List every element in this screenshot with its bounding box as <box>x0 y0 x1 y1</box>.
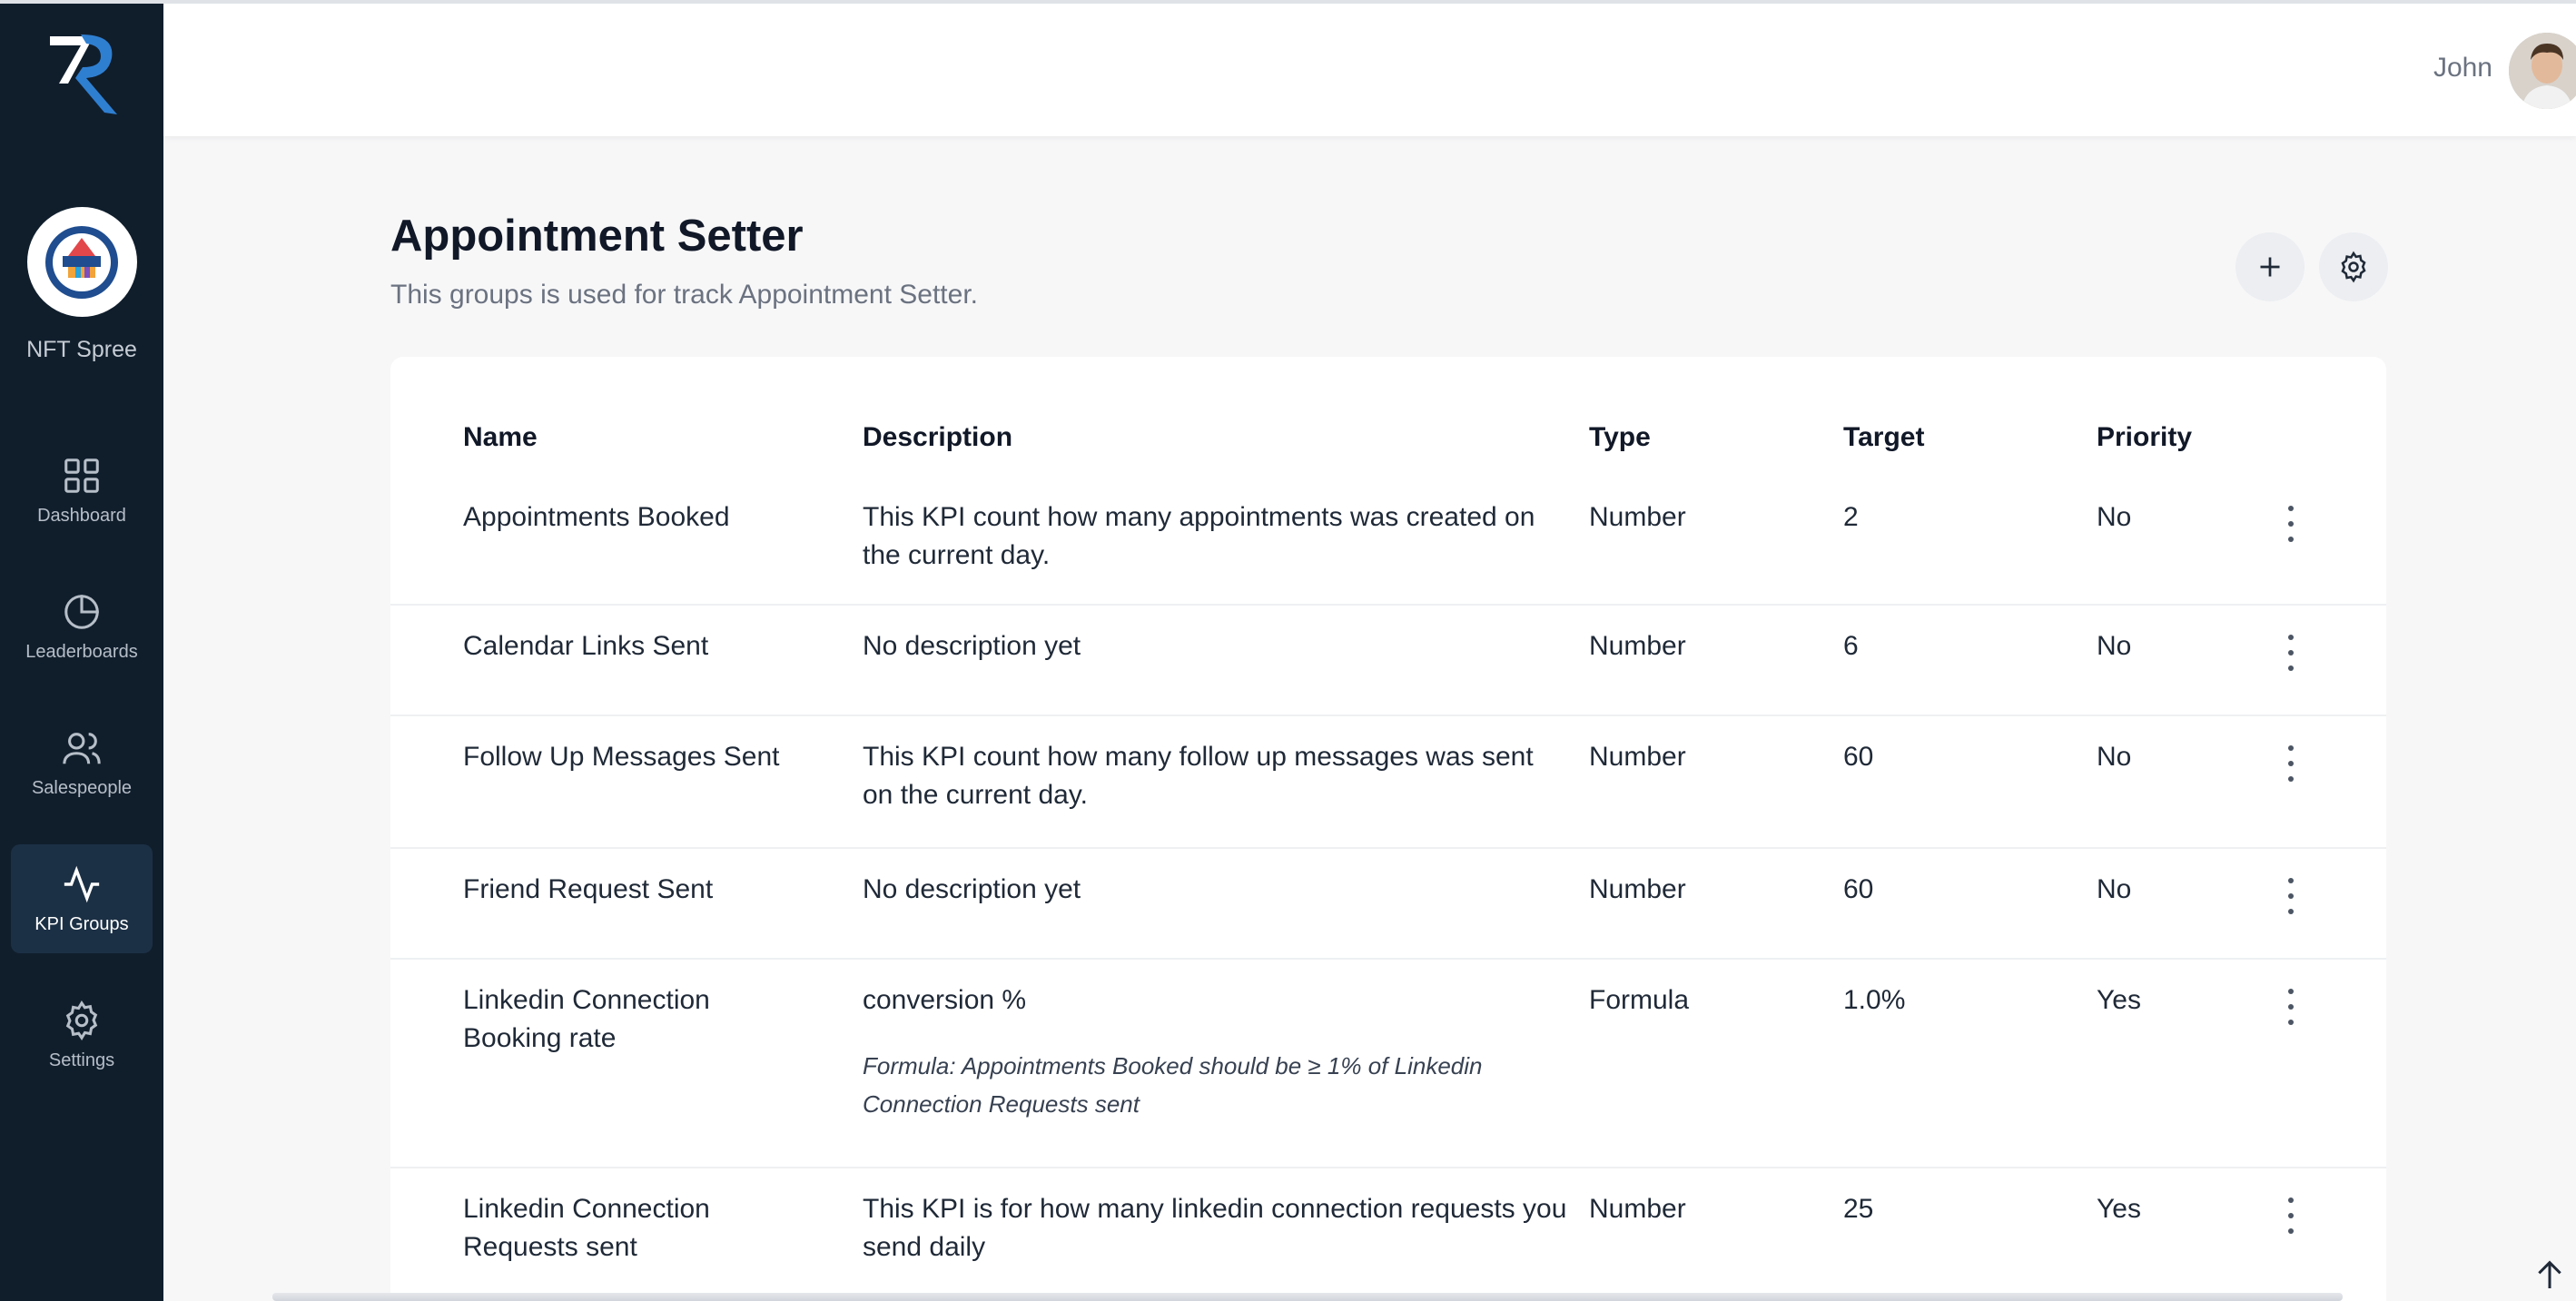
table-row[interactable]: Calendar Links Sent No description yet N… <box>390 606 2386 716</box>
table-header: Name Description Type Target Priority <box>390 422 2386 477</box>
table-row[interactable]: Appointments Booked This KPI count how m… <box>390 477 2386 606</box>
bottom-panel-edge <box>272 1293 2343 1301</box>
plus-icon <box>2260 257 2280 277</box>
kpi-type: Number <box>1589 874 1686 904</box>
kpi-name: Calendar Links Sent <box>463 631 709 661</box>
kpi-type: Number <box>1589 742 1686 772</box>
kpi-target: 60 <box>1843 874 1874 904</box>
kpi-formula: Formula: Appointments Booked should be ≥… <box>863 1052 1483 1118</box>
row-menu-button[interactable] <box>2277 989 2305 1025</box>
kpi-description-block: conversion % Formula: Appointments Booke… <box>863 981 1571 1123</box>
users-icon <box>63 732 101 764</box>
header-name[interactable]: Name <box>463 422 844 453</box>
row-menu-button[interactable] <box>2277 1198 2305 1234</box>
nav-item-leaderboards[interactable]: Leaderboards <box>11 572 153 681</box>
sidebar: NFT Spree Dashboard Leaderboards Salespe… <box>0 0 163 1301</box>
nav-label: KPI Groups <box>35 913 129 934</box>
kpi-target: 6 <box>1843 631 1859 661</box>
org-avatar[interactable] <box>26 207 137 317</box>
nav-item-kpi-groups[interactable]: KPI Groups <box>11 844 153 953</box>
nft-spree-logo-icon <box>45 225 118 299</box>
kpi-name: Friend Request Sent <box>463 874 714 904</box>
nav-item-dashboard[interactable]: Dashboard <box>11 436 153 545</box>
table-row[interactable]: Linkedin Connection Booking rate convers… <box>390 960 2386 1168</box>
row-menu-button[interactable] <box>2277 506 2305 542</box>
user-photo-icon <box>2509 33 2576 109</box>
nav-label: Dashboard <box>37 505 126 526</box>
table-row[interactable]: Linkedin Connection Requests sent This K… <box>390 1168 2386 1301</box>
kpi-type: Formula <box>1589 985 1690 1015</box>
user-name[interactable]: John <box>2433 53 2492 84</box>
kpi-type: Number <box>1589 631 1686 661</box>
header-description[interactable]: Description <box>863 422 1571 453</box>
kpi-description: No description yet <box>863 631 1081 661</box>
gear-icon <box>65 1000 98 1040</box>
pie-chart-icon <box>64 594 99 629</box>
kpi-name: Linkedin Connection Requests sent <box>463 1194 710 1262</box>
kpi-name: Linkedin Connection Booking rate <box>463 985 710 1053</box>
row-menu-button[interactable] <box>2277 878 2305 914</box>
nav-item-salespeople[interactable]: Salespeople <box>11 708 153 817</box>
org-name: NFT Spree <box>26 337 137 362</box>
kpi-priority: Yes <box>2097 985 2141 1015</box>
kpi-description: This KPI count how many appointments was… <box>863 502 1535 570</box>
row-menu-button[interactable] <box>2277 745 2305 782</box>
activity-icon <box>64 865 100 902</box>
kpi-target: 25 <box>1843 1194 1874 1224</box>
top-border <box>0 0 2576 4</box>
user-avatar[interactable] <box>2509 33 2576 109</box>
kpi-target: 2 <box>1843 502 1859 532</box>
kpi-name: Follow Up Messages Sent <box>463 742 780 772</box>
header-target[interactable]: Target <box>1843 422 2079 453</box>
kpi-description: This KPI count how many follow up messag… <box>863 742 1534 810</box>
kpi-target: 1.0% <box>1843 985 1906 1015</box>
kpi-type: Number <box>1589 502 1686 532</box>
app-logo-icon[interactable] <box>41 27 123 118</box>
kpi-priority: No <box>2097 631 2132 661</box>
nav-label: Settings <box>48 1050 115 1070</box>
add-kpi-button[interactable] <box>2235 232 2305 301</box>
row-menu-button[interactable] <box>2277 635 2305 671</box>
group-settings-button[interactable] <box>2319 232 2388 301</box>
kpi-priority: No <box>2097 874 2132 904</box>
kpi-description: conversion % <box>863 985 1027 1015</box>
grid-icon <box>64 458 99 493</box>
table-row[interactable]: Friend Request Sent No description yet N… <box>390 849 2386 960</box>
kpi-description: No description yet <box>863 874 1081 904</box>
sidebar-nav: Dashboard Leaderboards Salespeople KPI G… <box>0 436 163 1117</box>
kpi-target: 60 <box>1843 742 1874 772</box>
kpi-priority: Yes <box>2097 1194 2141 1224</box>
gear-icon <box>2341 251 2366 283</box>
kpi-table-card: Name Description Type Target Priority Ap… <box>390 357 2386 1301</box>
page-title: Appointment Setter <box>390 212 804 261</box>
top-header: John <box>163 4 2576 136</box>
kpi-priority: No <box>2097 742 2132 772</box>
kpi-name: Appointments Booked <box>463 502 730 532</box>
table-row[interactable]: Follow Up Messages Sent This KPI count h… <box>390 716 2386 849</box>
nav-label: Leaderboards <box>25 641 138 662</box>
nav-item-settings[interactable]: Settings <box>11 981 153 1089</box>
header-type[interactable]: Type <box>1589 422 1825 453</box>
arrow-up-icon[interactable] <box>2532 1255 2568 1295</box>
page-subtitle: This groups is used for track Appointmen… <box>390 280 978 310</box>
nav-label: Salespeople <box>31 777 133 798</box>
kpi-type: Number <box>1589 1194 1686 1224</box>
header-priority[interactable]: Priority <box>2097 422 2242 453</box>
kpi-description: This KPI is for how many linkedin connec… <box>863 1194 1567 1262</box>
kpi-priority: No <box>2097 502 2132 532</box>
